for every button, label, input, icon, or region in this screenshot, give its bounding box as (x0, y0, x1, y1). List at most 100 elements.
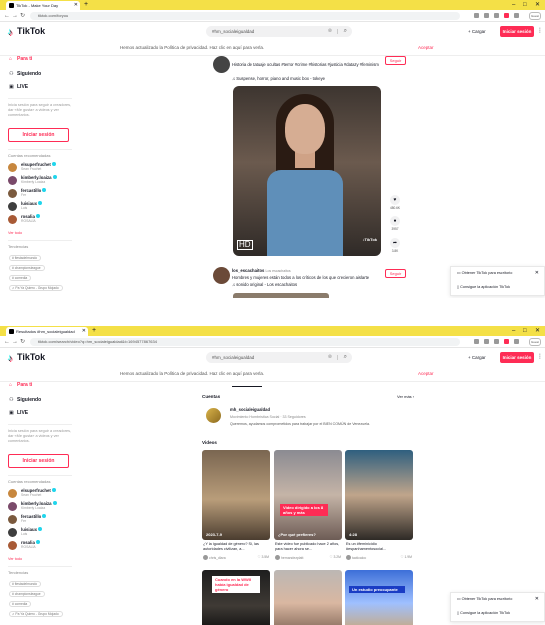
see-all-link[interactable]: Ver todo (8, 557, 22, 561)
extension-icon[interactable] (504, 13, 509, 18)
suggested-account[interactable]: elsuperfruchet Sean Fruchet (8, 162, 74, 173)
trending-tag[interactable]: # comedia (9, 601, 32, 607)
minimize-icon[interactable]: – (512, 326, 515, 336)
nav-live[interactable]: ▣ LIVE (9, 409, 28, 417)
suggested-account[interactable]: fercastillo Fer (8, 514, 74, 525)
suggested-account[interactable]: luisiaux Luis (8, 527, 74, 538)
tab-close-icon[interactable]: ✕ (82, 327, 86, 336)
nav-for-you[interactable]: ⌂ Para ti (9, 55, 32, 63)
search-icon[interactable]: ⌕ (344, 26, 347, 37)
extension-icon[interactable] (484, 339, 489, 344)
new-tab-icon[interactable]: + (84, 0, 88, 10)
share-action[interactable]: ➦ 3.8K (388, 238, 402, 253)
browser-tab[interactable]: TikTok - Make Your Day ✕ (6, 1, 80, 10)
suggested-account[interactable]: fercastillo Fer (8, 188, 74, 199)
post-music[interactable]: ♫ sonido original - Los escachaitos (232, 282, 297, 288)
nav-live[interactable]: ▣ LIVE (9, 83, 28, 91)
like-action[interactable]: ♥ 480.6K (388, 195, 402, 210)
trending-tag[interactable]: # championsleague (9, 265, 45, 271)
window-close-icon[interactable]: ✕ (535, 0, 540, 10)
more-options-icon[interactable]: ⋮ (537, 26, 543, 37)
back-icon[interactable]: ← (4, 336, 10, 348)
login-button[interactable]: Iniciar sesión (500, 352, 534, 363)
new-tab-icon[interactable]: + (92, 326, 96, 336)
tab-close-icon[interactable]: ✕ (74, 1, 78, 10)
extension-icon[interactable] (474, 339, 479, 344)
video-result[interactable]: 2023-7-9 (202, 450, 270, 540)
url-input[interactable]: tiktok.com/search/video?q=hm_socialeigua… (30, 338, 460, 346)
maximize-icon[interactable]: □ (523, 326, 527, 336)
clear-search-icon[interactable]: ⊗ (328, 26, 332, 37)
nav-following[interactable]: ⚇ Siguiendo (9, 396, 41, 404)
trending-tag[interactable]: # fiestadelmundo (9, 255, 42, 261)
extension-icon[interactable] (514, 339, 519, 344)
back-icon[interactable]: ← (4, 10, 10, 22)
sidebar-login-button[interactable]: Iniciar sesión (8, 454, 69, 468)
upload-button[interactable]: + Cargar (468, 27, 486, 37)
trending-tag[interactable]: ♫ Pa Ya Quiero - Grupo Mojado (9, 611, 63, 617)
clear-search-icon[interactable]: ⊗ (328, 352, 332, 363)
suggested-account[interactable]: luisiaux Luis (8, 201, 74, 212)
account-avatar[interactable] (206, 408, 221, 423)
post-author-avatar[interactable] (213, 267, 230, 284)
post-author[interactable]: los_escachaitos Los escachaitos (232, 268, 291, 274)
extension-icon[interactable] (474, 13, 479, 18)
trending-tag[interactable]: # fiestadelmundo (9, 581, 42, 587)
search-input[interactable]: #hm_socialeigualdad ⊗ ⌕ (206, 352, 352, 363)
sidebar-login-button[interactable]: Iniciar sesión (8, 128, 69, 142)
account-result-name[interactable]: mh_socialeigualdad (230, 407, 270, 413)
see-all-link[interactable]: Ver todo (8, 231, 22, 235)
forward-icon[interactable]: → (12, 10, 18, 22)
video-player[interactable]: HD ♪TikTok (233, 86, 381, 256)
video-result[interactable]: 4:28 (345, 450, 413, 540)
video-result[interactable]: Cuando en la WWII había igualdad de géne… (202, 570, 270, 625)
maximize-icon[interactable]: □ (523, 0, 527, 10)
upload-button[interactable]: + Cargar (468, 353, 486, 363)
nav-following[interactable]: ⚇ Siguiendo (9, 70, 41, 78)
follow-button[interactable]: Seguir (385, 56, 406, 65)
get-mobile-app-link[interactable]: ▯ Consigue la aplicación TikTok (457, 610, 510, 616)
reload-icon[interactable]: ↻ (20, 10, 25, 22)
search-icon[interactable]: ⌕ (344, 352, 347, 363)
suggested-account[interactable]: elsuperfruchet Sean Fruchet (8, 488, 74, 499)
post-music[interactable]: ♫ Suspense, horror, piano and music box … (232, 76, 325, 82)
extension-icon[interactable] (494, 13, 499, 18)
suggested-account[interactable]: kimberly.loaiza Kimberly Loaiza (8, 175, 74, 186)
window-close-icon[interactable]: ✕ (535, 326, 540, 336)
suggested-account[interactable]: rosalia ROSALÍA (8, 214, 74, 225)
browser-tab[interactable]: Resultados #hm_socialeigualdad ✕ (6, 327, 88, 336)
forward-icon[interactable]: → (12, 336, 18, 348)
reload-icon[interactable]: ↻ (20, 336, 25, 348)
post-author-avatar[interactable] (213, 56, 230, 73)
see-more-link[interactable]: Ver más › (397, 394, 414, 399)
suggested-account[interactable]: rosalia ROSALÍA (8, 540, 74, 551)
more-options-icon[interactable]: ⋮ (537, 352, 543, 363)
accept-button[interactable]: Aceptar (418, 366, 434, 382)
suggested-account[interactable]: kimberly.loaiza Kimberly Loaiza (8, 501, 74, 512)
url-input[interactable]: tiktok.com/foryou (30, 12, 460, 20)
extension-icon[interactable] (484, 13, 489, 18)
extension-icon[interactable] (494, 339, 499, 344)
video-result[interactable] (274, 570, 342, 625)
video-result[interactable]: Un estudio preocupante (345, 570, 413, 625)
minimize-icon[interactable]: – (512, 0, 515, 10)
extension-icon[interactable] (514, 13, 519, 18)
search-input[interactable]: #hm_socialeigualdad ⊗ ⌕ (206, 26, 352, 37)
get-mobile-app-link[interactable]: ▯ Consigue la aplicación TikTok (457, 284, 510, 290)
nav-for-you[interactable]: ⌂ Para ti (9, 381, 32, 389)
login-button[interactable]: Iniciar sesión (500, 26, 534, 37)
accept-button[interactable]: Aceptar (418, 40, 434, 56)
tiktok-logo[interactable]: ♪ TikTok (8, 25, 45, 37)
trending-tag[interactable]: # championsleague (9, 591, 45, 597)
close-icon[interactable]: ✕ (535, 596, 539, 602)
comment-action[interactable]: ● 3957 (388, 216, 402, 231)
get-desktop-app-link[interactable]: ▭ Obtener TikTok para escritorio (457, 596, 512, 602)
extension-icon[interactable] (504, 339, 509, 344)
follow-button[interactable]: Seguir (385, 269, 406, 278)
trending-tag[interactable]: # comedia (9, 275, 32, 281)
trending-tag[interactable]: ♫ Pa Ya Quiero - Grupo Mojado (9, 285, 63, 291)
close-icon[interactable]: ✕ (535, 270, 539, 276)
get-desktop-app-link[interactable]: ▭ Obtener TikTok para escritorio (457, 270, 512, 276)
profile-chip[interactable]: Guest (529, 12, 541, 20)
tiktok-logo[interactable]: ♪ TikTok (8, 351, 45, 363)
